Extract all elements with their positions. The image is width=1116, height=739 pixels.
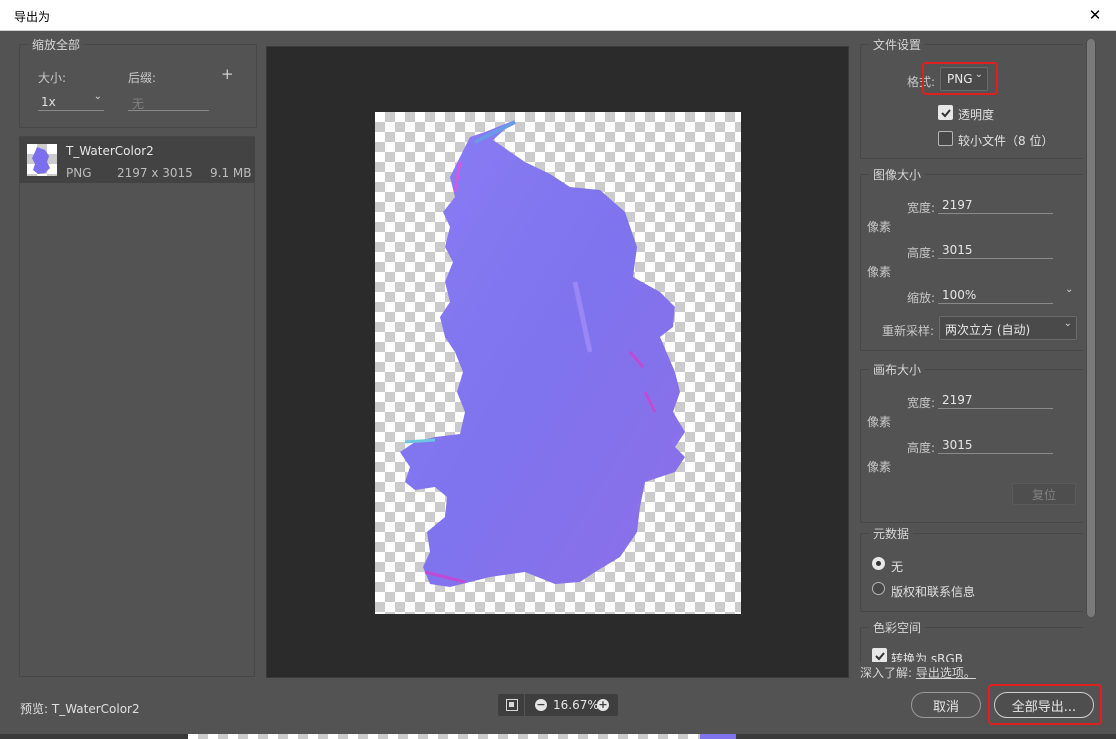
- export-options-link[interactable]: 导出选项。: [916, 666, 976, 680]
- image-width-input[interactable]: 2197: [938, 196, 1053, 214]
- image-width-label: 宽度:: [907, 201, 936, 215]
- image-width-value: 2197: [942, 198, 973, 212]
- image-size-legend: 图像大小: [873, 168, 922, 182]
- metadata-none-label: 无: [891, 560, 904, 574]
- export-dialog: 缩放全部 大小: 后缀: + 1x ⌄ 无 T_WaterColor2 PNG …: [0, 31, 1116, 739]
- canvas-width-label: 宽度:: [907, 396, 936, 410]
- suffix-label: 后缀:: [128, 71, 157, 85]
- export-highlight-box: [988, 684, 1102, 725]
- canvas-width-input[interactable]: 2197: [938, 391, 1053, 409]
- resample-label: 重新采样:: [882, 324, 935, 338]
- scale-select[interactable]: 100%: [938, 286, 1053, 304]
- close-button[interactable]: ✕: [1084, 4, 1106, 26]
- metadata-copyright-label: 版权和联系信息: [891, 585, 976, 599]
- metadata-legend: 元数据: [873, 527, 910, 541]
- image-height-input[interactable]: 3015: [938, 241, 1053, 259]
- file-settings-legend: 文件设置: [873, 38, 922, 52]
- image-width-unit: 像素: [867, 220, 892, 234]
- smaller-file-checkbox[interactable]: [938, 131, 953, 149]
- canvas-size-legend: 画布大小: [873, 363, 922, 377]
- scrollbar-thumb[interactable]: [1087, 39, 1095, 617]
- chevron-down-icon[interactable]: ⌄: [1065, 284, 1073, 295]
- resample-select[interactable]: 两次立方 (自动) ⌄: [939, 316, 1077, 340]
- zoom-divider: [524, 694, 525, 716]
- reset-button[interactable]: 复位: [1012, 483, 1076, 505]
- metadata-none-radio[interactable]: [872, 557, 885, 570]
- asset-name: T_WaterColor2: [66, 144, 154, 158]
- chevron-down-icon: ⌄: [93, 91, 102, 102]
- zoom-level: 16.67%: [553, 698, 599, 712]
- size-select-value: 1x: [41, 95, 56, 109]
- settings-scrollbar[interactable]: [1086, 39, 1096, 617]
- cancel-button[interactable]: 取消: [911, 692, 981, 718]
- image-height-value: 3015: [942, 243, 973, 257]
- canvas-height-unit: 像素: [867, 460, 892, 474]
- canvas-height-input[interactable]: 3015: [938, 436, 1053, 454]
- canvas-width-unit: 像素: [867, 415, 892, 429]
- size-label: 大小:: [38, 71, 67, 85]
- transparency-checkbox[interactable]: [938, 105, 953, 121]
- transparency-check: [938, 105, 953, 120]
- normal-map-shape: [400, 120, 685, 587]
- window-title: 导出为: [14, 10, 51, 24]
- scale-value: 100%: [942, 288, 977, 302]
- metadata-copyright-radio[interactable]: [872, 582, 885, 595]
- asset-row[interactable]: T_WaterColor2 PNG 2197 x 3015 9.1 MB: [19, 137, 255, 183]
- fit-screen-icon[interactable]: [506, 699, 518, 711]
- size-select[interactable]: 1x ⌄: [38, 91, 104, 111]
- close-icon: ✕: [1088, 6, 1102, 24]
- preview-label: 预览: T_WaterColor2: [20, 702, 140, 716]
- suffix-input[interactable]: 无: [128, 93, 209, 111]
- suffix-placeholder: 无: [132, 97, 145, 111]
- convert-srgb-checkbox[interactable]: [872, 648, 887, 662]
- asset-dimensions: 2197 x 3015: [117, 166, 193, 180]
- transparency-label: 透明度: [958, 108, 995, 122]
- format-highlight-box: [922, 62, 998, 95]
- zoom-in-icon[interactable]: +: [597, 699, 609, 711]
- background-window-strip: [0, 734, 1116, 739]
- add-scale-icon[interactable]: +: [221, 65, 234, 83]
- zoom-out-icon[interactable]: −: [535, 699, 547, 711]
- learn-more: 深入了解: 导出选项。: [860, 664, 1086, 682]
- convert-srgb-check: [872, 648, 887, 662]
- scale-all-legend: 缩放全部: [32, 38, 81, 52]
- settings-panel: 文件设置 格式: PNG ⌄ 透明度 较小文件（8 位） 图像大小 宽度: 21…: [858, 36, 1083, 662]
- image-height-unit: 像素: [867, 265, 892, 279]
- chevron-down-icon: ⌄: [1063, 318, 1072, 329]
- scale-label: 缩放:: [907, 291, 936, 305]
- asset-file-size: 9.1 MB: [210, 166, 252, 180]
- background-checker: [188, 734, 700, 739]
- canvas-height-value: 3015: [942, 438, 973, 452]
- asset-format: PNG: [66, 166, 92, 180]
- preview-canvas[interactable]: [266, 46, 849, 678]
- preview-image: [375, 112, 741, 614]
- asset-list: [19, 136, 255, 677]
- background-accent: [700, 734, 736, 739]
- canvas-width-value: 2197: [942, 393, 973, 407]
- canvas-height-label: 高度:: [907, 441, 936, 455]
- resample-value: 两次立方 (自动): [945, 323, 1031, 337]
- learn-more-prefix: 深入了解:: [860, 666, 913, 680]
- title-bar: 导出为 ✕: [0, 0, 1116, 31]
- convert-srgb-label: 转换为 sRGB: [891, 652, 963, 662]
- zoom-control: − 16.67% +: [498, 694, 618, 716]
- smaller-file-check: [938, 131, 953, 146]
- image-height-label: 高度:: [907, 246, 936, 260]
- color-space-legend: 色彩空间: [873, 621, 922, 635]
- smaller-file-label: 较小文件（8 位）: [958, 134, 1054, 148]
- asset-thumbnail: [27, 144, 57, 176]
